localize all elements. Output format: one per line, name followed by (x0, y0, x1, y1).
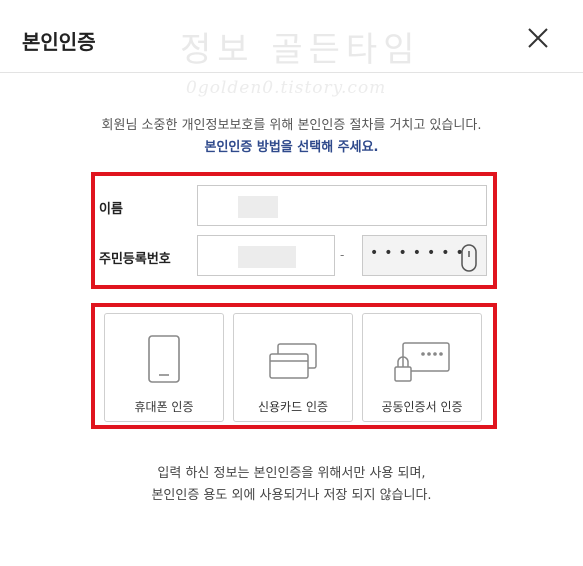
rrn-label: 주민등록번호 (99, 252, 171, 267)
rrn-back-masked: ••••••• (370, 245, 470, 261)
rrn-front-input[interactable] (197, 235, 335, 276)
name-input[interactable] (197, 185, 487, 226)
close-icon[interactable] (526, 26, 550, 50)
privacy-notice-line-2: 본인인증 용도 외에 사용되거나 저장 되지 않습니다. (151, 488, 432, 503)
intro-text: 회원님 소중한 개인정보보호를 위해 본인인증 절차를 거치고 있습니다. (101, 118, 482, 133)
certificate-auth-label: 공동인증서 인증 (381, 400, 463, 414)
rrn-separator: - (340, 248, 345, 262)
modal-title: 본인인증 (22, 30, 96, 54)
card-auth-button[interactable]: 신용카드 인증 (233, 313, 353, 422)
phone-auth-label: 휴대폰 인증 (134, 400, 194, 414)
secure-keypad-icon[interactable] (460, 243, 478, 273)
modal-header: 본인인증 정보 골든타임 (0, 0, 583, 73)
certificate-icon (394, 342, 450, 382)
watermark-url: 0golden0.tistory.com (186, 78, 387, 98)
phone-icon (148, 335, 180, 383)
credit-card-icon (269, 343, 317, 379)
privacy-notice-line-1: 입력 하신 정보는 본인인증을 위해서만 사용 되며, (157, 466, 426, 481)
masked-rrn-front (238, 246, 296, 268)
intro-instruction: 본인인증 방법을 선택해 주세요. (204, 140, 379, 155)
masked-name (238, 196, 278, 218)
watermark-title: 정보 골든타임 (180, 30, 421, 70)
phone-auth-button[interactable]: 휴대폰 인증 (104, 313, 224, 422)
certificate-auth-button[interactable]: 공동인증서 인증 (362, 313, 482, 422)
card-auth-label: 신용카드 인증 (257, 400, 329, 414)
name-label: 이름 (99, 202, 123, 217)
